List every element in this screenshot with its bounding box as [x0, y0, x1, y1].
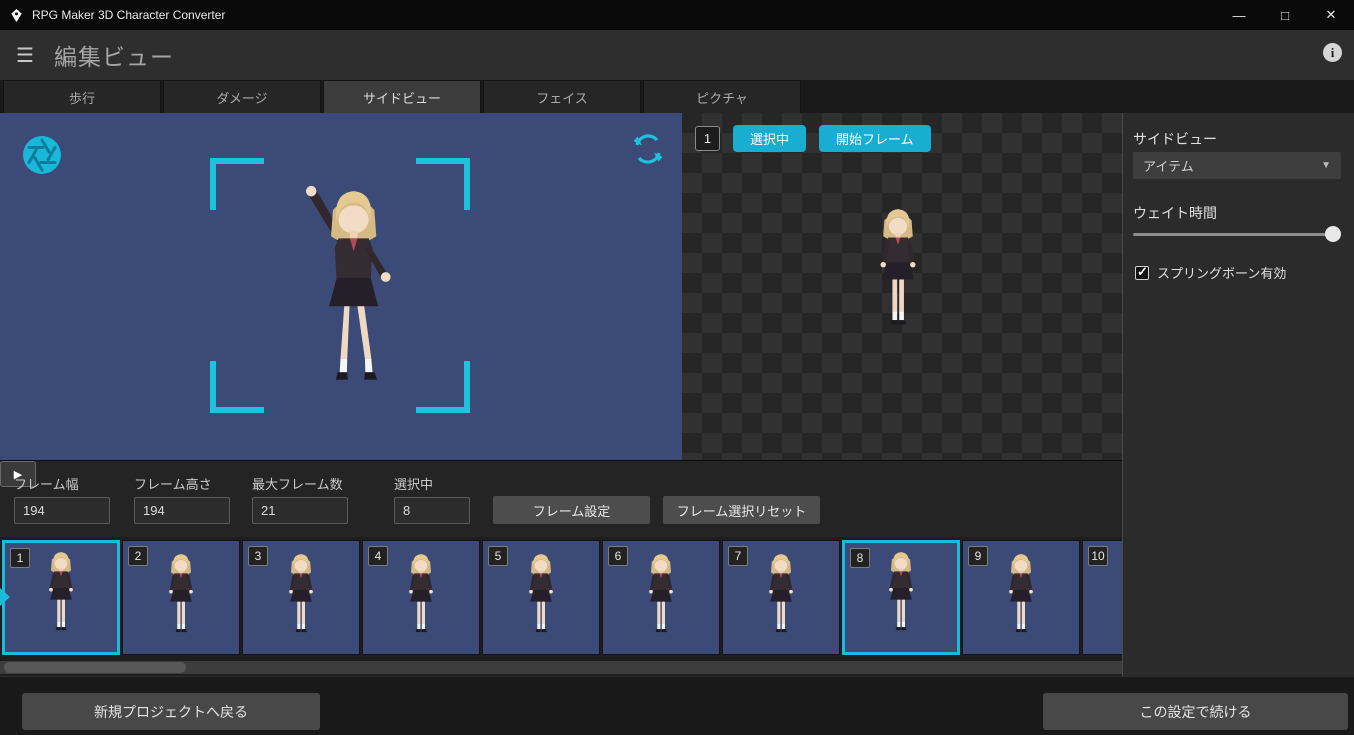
- capture-bracket-bottomleft: [210, 361, 264, 413]
- filmstrip-frame-4[interactable]: 4: [362, 540, 480, 655]
- character-thumbnail: [396, 550, 446, 650]
- frame-number-badge: 3: [248, 546, 268, 566]
- springbone-label: スプリングボーン有効: [1157, 263, 1286, 282]
- capture-bracket-topleft: [210, 158, 264, 210]
- sprite-sheet-panel: 1 選択中 開始フレーム: [682, 113, 1122, 460]
- frame-number-badge: 7: [728, 546, 748, 566]
- character-thumbnail: [756, 550, 806, 650]
- frame-number-badge: 4: [368, 546, 388, 566]
- minimize-button[interactable]: —: [1216, 0, 1262, 30]
- frame-number-badge: 6: [608, 546, 628, 566]
- tab-sideview[interactable]: サイドビュー: [323, 80, 481, 113]
- scrollbar-thumb[interactable]: [4, 662, 186, 673]
- tab-face[interactable]: フェイス: [483, 80, 641, 113]
- checkbox-icon: ✓: [1135, 266, 1149, 280]
- frame-number-badge: 5: [488, 546, 508, 566]
- character-thumbnail: [636, 550, 686, 650]
- tab-damage[interactable]: ダメージ: [163, 80, 321, 113]
- app-window: RPG Maker 3D Character Converter — □ ✕ ☰…: [0, 0, 1354, 735]
- frame-settings-bar: フレーム幅 フレーム高さ 最大フレーム数 選択中 フレーム設定 フレーム選択リセ…: [0, 460, 1122, 537]
- capture-bracket-bottomright: [416, 361, 470, 413]
- filmstrip-frame-7[interactable]: 7: [722, 540, 840, 655]
- max-frame-label: 最大フレーム数: [252, 474, 343, 493]
- filmstrip-frame-9[interactable]: 9: [962, 540, 1080, 655]
- close-button[interactable]: ✕: [1308, 0, 1354, 30]
- maximize-button[interactable]: □: [1262, 0, 1308, 30]
- character-thumbnail: [876, 548, 926, 648]
- footer-bar: 新規プロジェクトへ戻る この設定で続ける: [0, 676, 1354, 735]
- dropdown-value: アイテム: [1143, 156, 1194, 175]
- character-thumbnail: [36, 548, 86, 648]
- current-frame-marker-icon: [0, 588, 10, 606]
- filmstrip-frame-5[interactable]: 5: [482, 540, 600, 655]
- frame-number-badge: 9: [968, 546, 988, 566]
- frame-height-label: フレーム高さ: [134, 474, 212, 493]
- sprite-frame-bar: 1 選択中 開始フレーム: [695, 125, 931, 152]
- slider-knob[interactable]: [1325, 226, 1341, 242]
- frame-width-input[interactable]: [14, 497, 110, 524]
- character-preview: [282, 175, 414, 425]
- camera-aperture-icon[interactable]: [22, 135, 62, 180]
- filmstrip-scrollbar[interactable]: [0, 661, 1122, 674]
- character-sprite: [860, 203, 936, 351]
- selected-frame-input[interactable]: [394, 497, 470, 524]
- frame-number-badge: 2: [128, 546, 148, 566]
- character-thumbnail: [1116, 550, 1122, 650]
- back-to-project-button[interactable]: 新規プロジェクトへ戻る: [22, 693, 320, 730]
- filmstrip-frame-8[interactable]: 8: [842, 540, 960, 655]
- tab-bar: 歩行 ダメージ サイドビュー フェイス ピクチャ: [0, 80, 1354, 113]
- filmstrip-frame-6[interactable]: 6: [602, 540, 720, 655]
- frame-set-button[interactable]: フレーム設定: [493, 496, 650, 524]
- check-icon: ✓: [1137, 264, 1148, 280]
- page-title: 編集ビュー: [54, 38, 174, 72]
- max-frame-input[interactable]: [252, 497, 348, 524]
- app-logo-icon: [9, 8, 24, 23]
- filmstrip-frame-2[interactable]: 2: [122, 540, 240, 655]
- header: ☰ 編集ビュー i: [0, 30, 1354, 80]
- chevron-down-icon: ▼: [1321, 160, 1331, 171]
- tab-picture[interactable]: ピクチャ: [643, 80, 801, 113]
- slider-track[interactable]: [1133, 233, 1341, 236]
- springbone-checkbox[interactable]: ✓ スプリングボーン有効: [1135, 263, 1286, 282]
- frame-number-badge: 1: [695, 126, 720, 151]
- capture-bracket-topright: [416, 158, 470, 210]
- sideview-type-dropdown[interactable]: アイテム ▼: [1133, 152, 1341, 179]
- frame-width-label: フレーム幅: [14, 474, 79, 493]
- rotate-view-icon[interactable]: [632, 131, 664, 172]
- filmstrip-frame-3[interactable]: 3: [242, 540, 360, 655]
- selected-frame-label: 選択中: [394, 474, 433, 493]
- wait-time-slider[interactable]: [1133, 225, 1341, 243]
- info-icon[interactable]: i: [1323, 43, 1342, 62]
- character-thumbnail: [276, 550, 326, 650]
- filmstrip-frame-10[interactable]: 10: [1082, 540, 1122, 655]
- sideview-settings-sidebar: サイドビュー アイテム ▼ ウェイト時間 ✓ スプリングボーン有効: [1122, 113, 1354, 676]
- frame-reset-button[interactable]: フレーム選択リセット: [663, 496, 820, 524]
- preview-viewport[interactable]: [0, 113, 682, 460]
- frame-number-badge: 1: [10, 548, 30, 568]
- wait-time-label: ウェイト時間: [1133, 203, 1217, 223]
- continue-button[interactable]: この設定で続ける: [1043, 693, 1348, 730]
- frame-height-input[interactable]: [134, 497, 230, 524]
- filmstrip-frame-1[interactable]: 1: [2, 540, 120, 655]
- frame-number-badge: 10: [1088, 546, 1108, 566]
- tab-walk[interactable]: 歩行: [3, 80, 161, 113]
- character-thumbnail: [156, 550, 206, 650]
- frame-number-badge: 8: [850, 548, 870, 568]
- window-title: RPG Maker 3D Character Converter: [32, 8, 225, 22]
- window-controls: — □ ✕: [1216, 0, 1354, 30]
- titlebar: RPG Maker 3D Character Converter — □ ✕: [0, 0, 1354, 30]
- frame-filmstrip: 1 2 3 4 5 6 7 8: [0, 537, 1122, 658]
- character-thumbnail: [516, 550, 566, 650]
- character-thumbnail: [996, 550, 1046, 650]
- sidebar-title: サイドビュー: [1133, 129, 1217, 149]
- selected-button[interactable]: 選択中: [733, 125, 806, 152]
- menu-icon[interactable]: ☰: [16, 43, 34, 68]
- start-frame-button[interactable]: 開始フレーム: [819, 125, 931, 152]
